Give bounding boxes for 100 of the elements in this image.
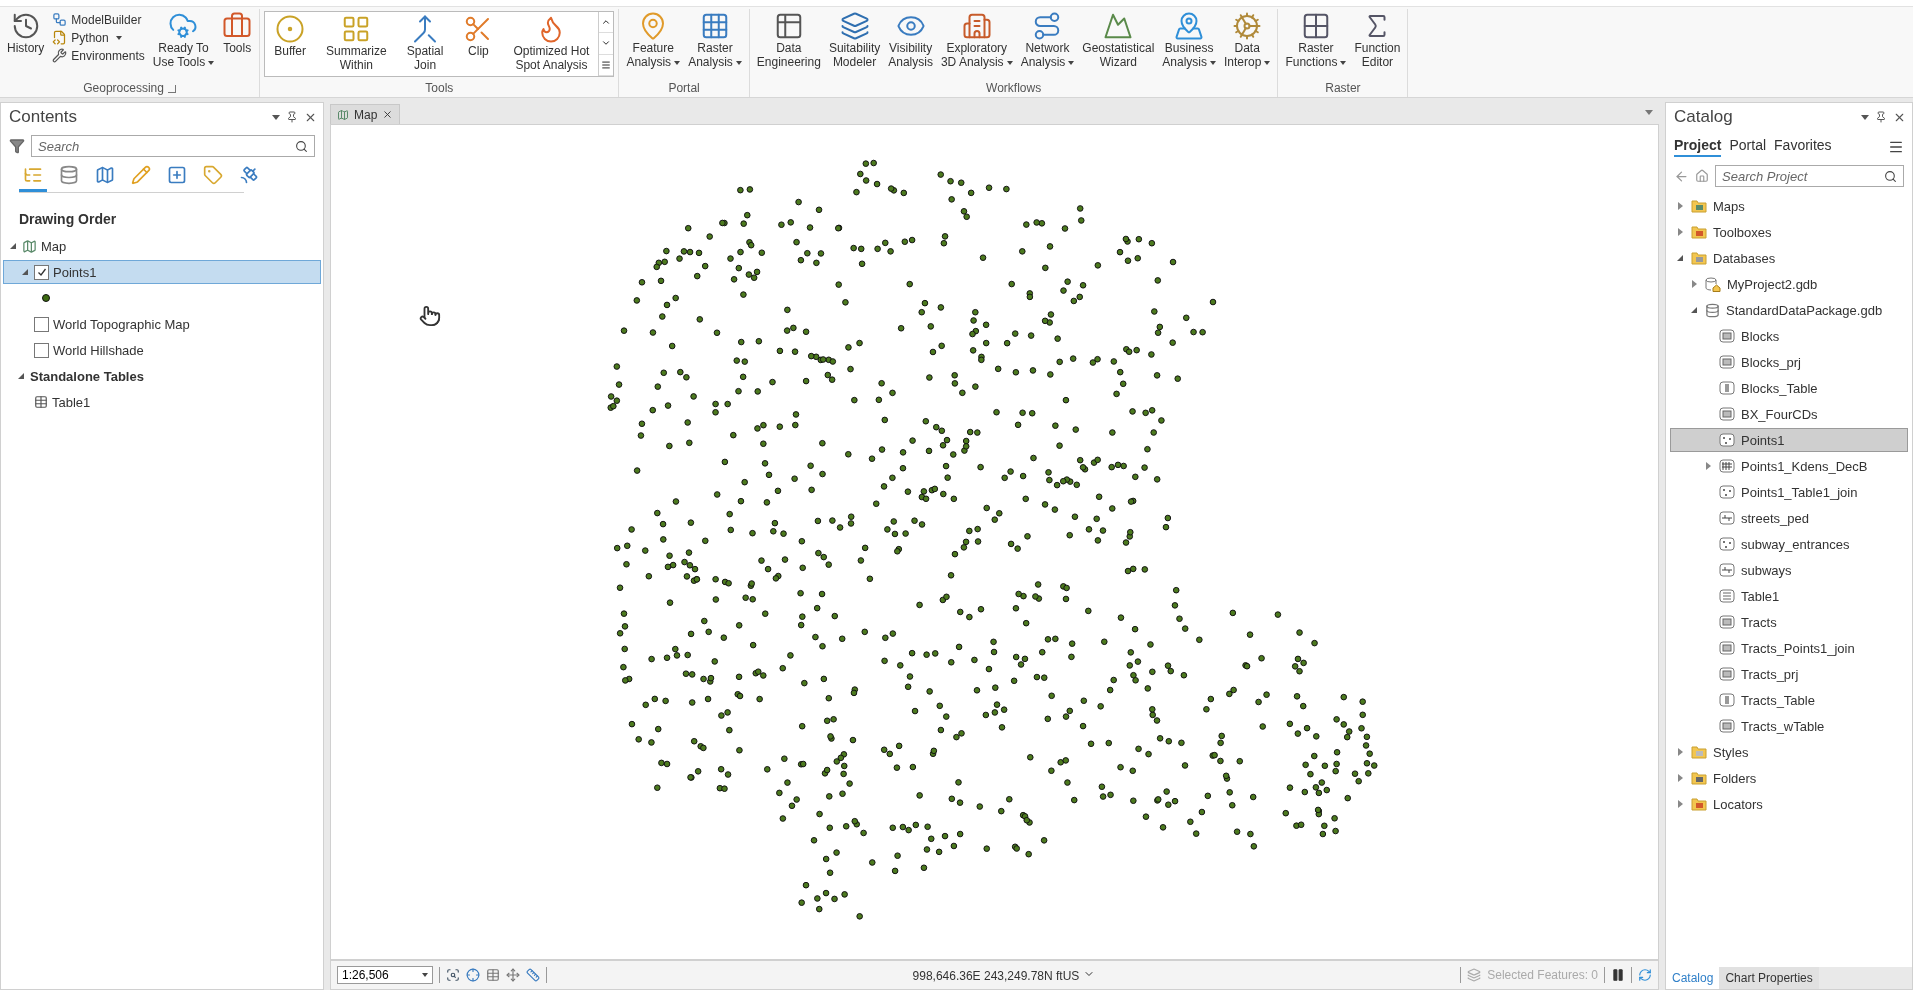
ribbon-button[interactable]: Visibility Analysis [885,9,936,71]
close-icon[interactable] [382,109,394,120]
ribbon-button[interactable]: Data Engineering [753,9,824,71]
collapsed-arrow-icon[interactable] [1677,800,1683,808]
ribbon-button[interactable]: Tools [219,9,256,57]
search-icon[interactable] [295,140,308,153]
source-tab[interactable]: Favorites [1774,137,1832,157]
ribbon-button[interactable]: History [4,9,48,57]
source-tab[interactable]: Portal [1729,137,1767,157]
ribbon-button[interactable]: Clip [460,12,497,76]
ribbon-button[interactable]: Function Editor [1351,9,1404,71]
catalog-item[interactable]: streets_ped [1670,506,1908,530]
catalog-item[interactable]: subways [1670,558,1908,582]
expanded-arrow-icon[interactable] [1677,255,1683,261]
pause-icon[interactable] [1611,968,1625,982]
pane-tab[interactable]: Catalog [1666,967,1720,989]
catalog-item[interactable]: Points1_Table1_join [1670,480,1908,504]
layer-row[interactable]: World Hillshade [3,338,321,362]
pane-tab[interactable]: Chart Properties [1719,967,1819,989]
catalog-item[interactable]: MyProject2.gdb [1670,272,1908,296]
map-canvas[interactable] [330,124,1659,960]
ribbon-button[interactable]: Suitability Modeler [825,9,884,71]
pin-icon[interactable] [286,111,298,123]
collapsed-arrow-icon[interactable] [1677,748,1683,756]
search-field[interactable]: Search [31,135,315,157]
dropdown-icon[interactable] [1861,114,1869,120]
filter-icon[interactable] [9,138,25,154]
catalog-item[interactable]: Table1 [1670,584,1908,608]
layer-row[interactable]: Map [3,234,321,258]
zoom-grid-icon[interactable] [446,968,460,982]
ribbon-button[interactable]: ModelBuilder [49,11,148,28]
ribbon-button[interactable]: Buffer [271,12,309,76]
ribbon-button[interactable]: Network Analysis [1017,9,1078,71]
expanded-arrow-icon[interactable] [22,269,28,275]
menu-icon[interactable] [1888,139,1904,155]
ruler-icon[interactable] [526,968,540,982]
ribbon-button[interactable]: Ready To Use Tools [149,9,218,71]
map-tab[interactable]: Map [330,104,401,124]
pin-icon[interactable] [1875,111,1887,123]
checkbox[interactable] [34,316,49,332]
catalog-item[interactable]: Databases [1670,246,1908,270]
catalog-item[interactable]: Tracts_Points1_join [1670,636,1908,660]
ribbon-button[interactable]: Data Interop [1221,9,1274,71]
catalog-item[interactable]: Styles [1670,740,1908,764]
catalog-item[interactable]: BX_FourCDs [1670,402,1908,426]
catalog-item[interactable]: Toolboxes [1670,220,1908,244]
ribbon-button[interactable]: Business Analysis [1159,9,1220,71]
catalog-item[interactable]: Tracts [1670,610,1908,634]
layer-row[interactable]: World Topographic Map [3,312,321,336]
table-icon[interactable] [486,968,500,982]
dropdown-icon[interactable] [1645,110,1653,115]
catalog-item[interactable]: Maps [1670,194,1908,218]
ribbon-button[interactable]: Raster Analysis [685,9,745,71]
search-field[interactable]: Search Project [1715,165,1904,187]
layer-row[interactable]: Standalone Tables [3,364,321,388]
move-icon[interactable] [506,968,520,982]
crosshair-icon[interactable] [466,968,480,982]
checkbox[interactable] [34,342,49,358]
collapsed-arrow-icon[interactable] [1677,774,1683,782]
ribbon-button[interactable]: Spatial Join [403,12,447,76]
checkbox[interactable] [34,264,49,280]
scale-dropdown[interactable]: 1:26,506 [337,966,433,984]
collapsed-arrow-icon[interactable] [1677,228,1683,236]
source-tab[interactable]: Project [1674,137,1722,157]
catalog-item[interactable]: Points1_Kdens_DecB [1670,454,1908,478]
catalog-item[interactable]: StandardDataPackage.gdb [1670,298,1908,322]
refresh-icon[interactable] [1638,968,1652,982]
catalog-item[interactable]: subway_entrances [1670,532,1908,556]
ribbon-button[interactable]: Feature Analysis [623,9,684,71]
expanded-arrow-icon[interactable] [1691,307,1697,313]
ribbon-button[interactable]: Raster Functions [1282,9,1350,71]
catalog-item[interactable]: Points1 [1670,428,1908,452]
catalog-item[interactable]: Tracts_Table [1670,688,1908,712]
layer-row[interactable]: Table1 [3,390,321,414]
collapsed-arrow-icon[interactable] [1691,280,1697,288]
catalog-item[interactable]: Tracts_prj [1670,662,1908,686]
ribbon-button[interactable]: Exploratory 3D Analysis [937,9,1016,71]
expanded-arrow-icon[interactable] [18,373,24,379]
ribbon-button[interactable]: Environments [49,47,148,64]
back-icon[interactable] [1674,168,1689,184]
item-name: Points1 [1741,432,1785,448]
ribbon-button[interactable]: Summarize Within [323,12,390,76]
dropdown-icon[interactable] [272,114,280,120]
layer-row[interactable]: Points1 [3,260,321,284]
search-icon[interactable] [1884,170,1897,183]
catalog-item[interactable]: Locators [1670,792,1908,816]
catalog-item[interactable]: Blocks [1670,324,1908,348]
catalog-item[interactable]: Tracts_wTable [1670,714,1908,738]
dialog-launcher-icon[interactable] [167,84,176,93]
collapsed-arrow-icon[interactable] [1705,462,1711,470]
expanded-arrow-icon[interactable] [10,243,16,249]
home-icon[interactable] [1695,169,1709,183]
catalog-item[interactable]: Blocks_prj [1670,350,1908,374]
catalog-item[interactable]: Blocks_Table [1670,376,1908,400]
collapsed-arrow-icon[interactable] [1677,202,1683,210]
ribbon-button[interactable]: Geostatistical Wizard [1079,9,1158,71]
ribbon-button[interactable]: Optimized Hot Spot Analysis [510,12,593,76]
catalog-item[interactable]: Folders [1670,766,1908,790]
ribbon-button[interactable]: Python [49,29,148,46]
polygon-layer-icon [1719,355,1735,369]
